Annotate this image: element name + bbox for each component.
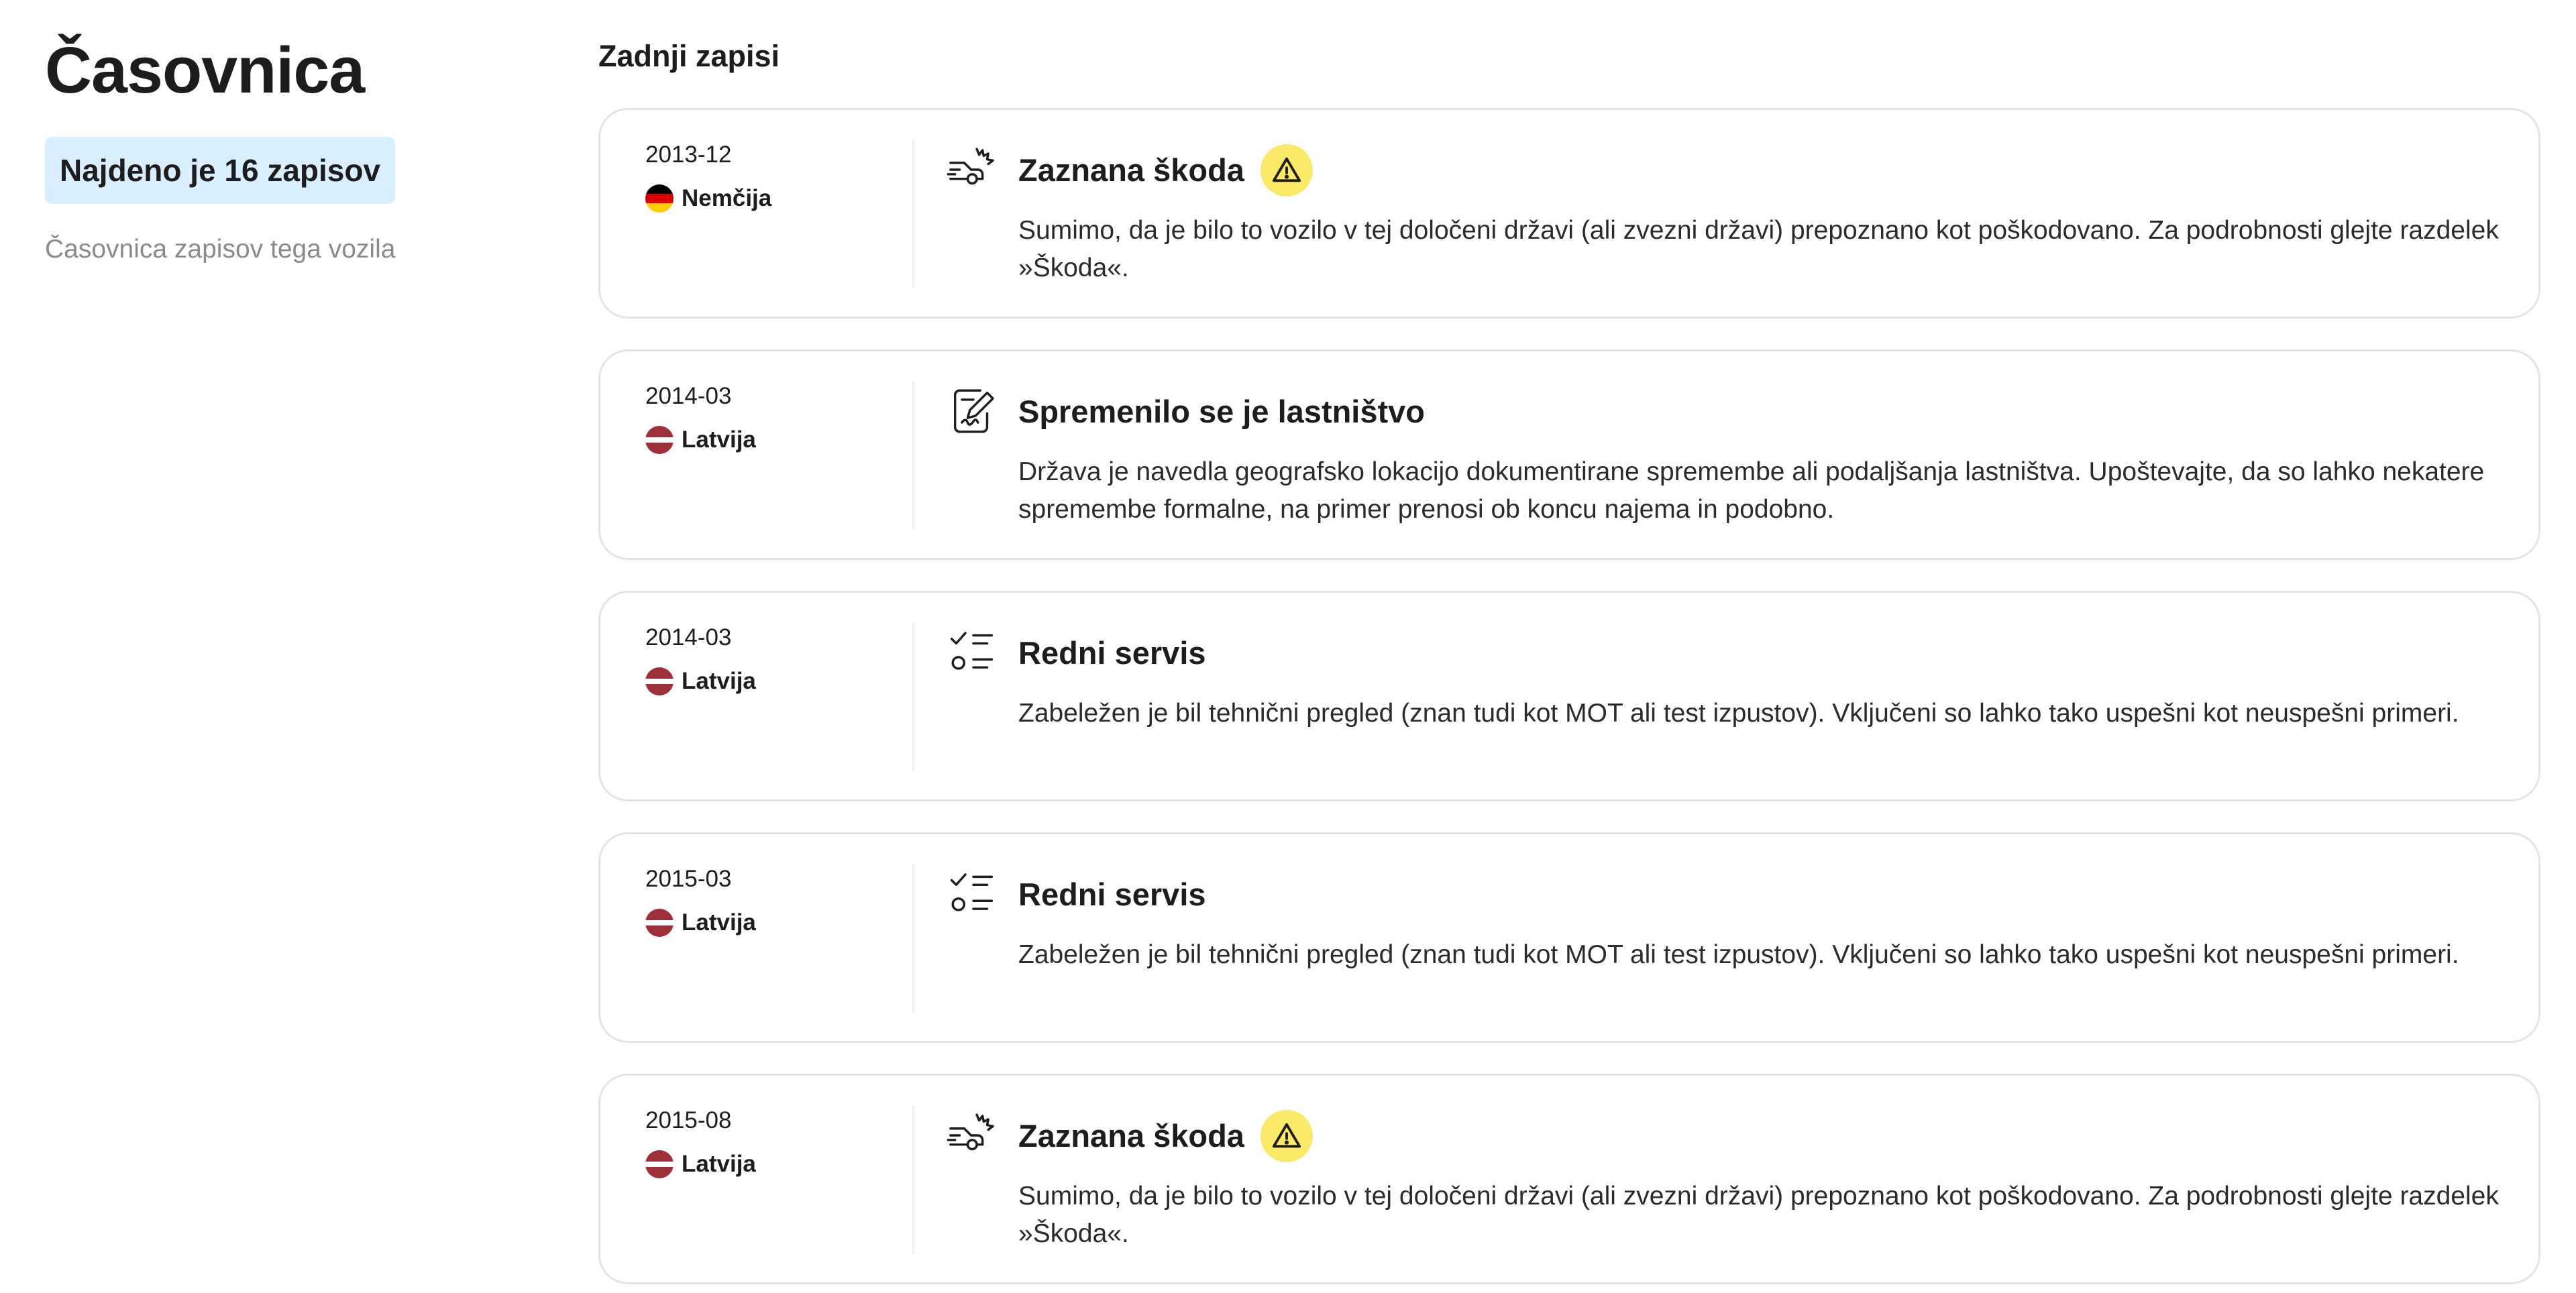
record-country-name: Latvija: [682, 1151, 756, 1177]
germany-flag-icon: [645, 184, 674, 213]
record-title: Redni servis: [1018, 877, 1206, 912]
record-date: 2014-03: [645, 383, 732, 409]
record-description: Zabeležen je bil tehnični pregled (znan …: [1018, 699, 2459, 728]
record-country: Nemčija: [645, 182, 880, 215]
record-card: 2015-03 Latvija Redni servis Zabeležen j…: [598, 832, 2540, 1043]
record-title-row: Redni servis: [1018, 625, 1206, 681]
record-description: Sumimo, da je bilo to vozilo v tej določ…: [1018, 1182, 2499, 1248]
record-meta: 2014-03 Latvija: [645, 380, 880, 456]
page-title: Časovnica: [45, 34, 365, 107]
record-title: Redni servis: [1018, 635, 1206, 671]
record-country-name: Latvija: [682, 909, 756, 936]
record-card: 2013-12 Nemčija Zaznana škoda Sumimo, da…: [598, 108, 2540, 319]
record-meta: 2013-12 Nemčija: [645, 138, 880, 215]
record-meta: 2015-03 Latvija: [645, 862, 880, 939]
record-date: 2014-03: [645, 624, 732, 651]
latvia-flag-icon: [645, 426, 674, 454]
latvia-flag-icon: [645, 667, 674, 695]
record-date: 2015-03: [645, 866, 732, 892]
record-description: Sumimo, da je bilo to vozilo v tej določ…: [1018, 216, 2499, 282]
record-country-name: Latvija: [682, 668, 756, 694]
checklist-icon: [946, 866, 1001, 921]
record-divider: [912, 622, 914, 771]
record-date: 2015-08: [645, 1107, 732, 1133]
car-crash-icon: [946, 1108, 1001, 1163]
record-country: Latvija: [645, 1148, 880, 1180]
record-country: Latvija: [645, 907, 880, 939]
signed-document-icon: [946, 384, 1001, 439]
record-card: 2014-03 Latvija: [598, 349, 2540, 560]
car-crash-icon: [946, 142, 1001, 197]
warning-icon: [1260, 144, 1313, 196]
record-divider: [912, 864, 914, 1013]
record-divider: [912, 139, 914, 288]
record-divider: [912, 381, 914, 530]
record-title: Zaznana škoda: [1018, 1118, 1244, 1154]
record-title-row: Zaznana škoda: [1018, 1108, 1313, 1164]
record-card: 2014-03 Latvija: [598, 591, 2540, 801]
record-description: Zabeležen je bil tehnični pregled (znan …: [1018, 940, 2459, 969]
record-title: Zaznana škoda: [1018, 152, 1244, 188]
timeline-page: Časovnica Najdeno je 16 zapisov Časovnic…: [0, 0, 2576, 1293]
record-country: Latvija: [645, 665, 880, 697]
checklist-icon: [946, 625, 1001, 680]
record-title-row: Zaznana škoda: [1018, 142, 1313, 199]
record-list: 2013-12 Nemčija Zaznana škoda Sumimo, da…: [598, 108, 2540, 1293]
sidebar: Časovnica Najdeno je 16 zapisov Časovnic…: [45, 27, 555, 268]
record-count-badge: Najdeno je 16 zapisov: [45, 137, 396, 204]
section-heading: Zadnji zapisi: [598, 39, 780, 73]
record-country-name: Latvija: [682, 427, 756, 453]
sidebar-subtitle: Časovnica zapisov tega vozila: [45, 235, 396, 264]
record-country-name: Nemčija: [682, 185, 772, 211]
record-description: Država je navedla geografsko lokacijo do…: [1018, 457, 2485, 524]
record-card: 2015-08 Latvija Zaznana škoda Sumimo, da…: [598, 1074, 2540, 1284]
record-country: Latvija: [645, 424, 880, 456]
latvia-flag-icon: [645, 1150, 674, 1178]
record-meta: 2014-03 Latvija: [645, 621, 880, 697]
record-title-row: Redni servis: [1018, 866, 1206, 923]
record-meta: 2015-08 Latvija: [645, 1104, 880, 1180]
latvia-flag-icon: [645, 909, 674, 937]
record-title: Spremenilo se je lastništvo: [1018, 394, 1425, 429]
record-title-row: Spremenilo se je lastništvo: [1018, 384, 1425, 440]
record-divider: [912, 1105, 914, 1254]
record-date: 2013-12: [645, 142, 732, 168]
warning-icon: [1260, 1110, 1313, 1162]
